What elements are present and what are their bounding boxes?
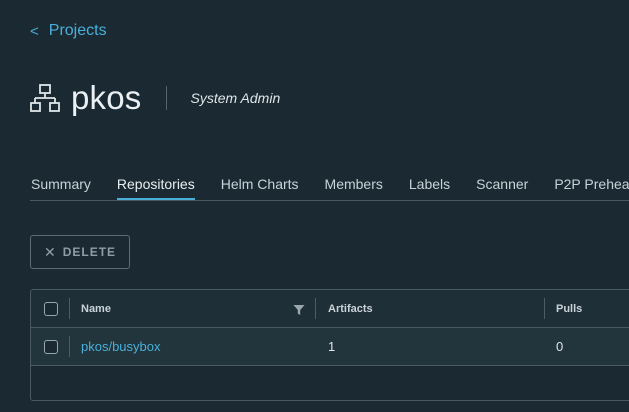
- pulls-count: 0: [556, 339, 564, 354]
- tab-helm-charts[interactable]: Helm Charts: [221, 168, 299, 200]
- tab-members[interactable]: Members: [325, 168, 383, 200]
- close-icon: ✕: [43, 243, 56, 260]
- project-header: pkos System Admin: [30, 78, 280, 118]
- repositories-table: Name Artifacts Pulls pkos/busybox 1 0: [30, 289, 629, 401]
- column-header-pulls-label: Pulls: [556, 302, 583, 315]
- back-link-label: Projects: [48, 22, 107, 39]
- tab-scanner[interactable]: Scanner: [476, 168, 528, 200]
- row-checkbox[interactable]: [44, 339, 58, 354]
- column-separator: [69, 298, 70, 319]
- column-header-artifacts[interactable]: Artifacts: [328, 290, 373, 327]
- column-header-name[interactable]: Name: [81, 290, 111, 327]
- column-separator: [69, 336, 70, 357]
- tab-p2p-preheat[interactable]: P2P Preheat: [554, 168, 629, 200]
- column-header-pulls[interactable]: Pulls: [556, 290, 582, 327]
- tab-repositories[interactable]: Repositories: [116, 168, 195, 200]
- delete-button-label: DELETE: [62, 245, 117, 259]
- filter-icon[interactable]: [293, 304, 305, 316]
- table-header: Name Artifacts Pulls: [31, 290, 629, 328]
- table-row[interactable]: pkos/busybox 1 0: [31, 328, 629, 366]
- project-name: pkos: [71, 79, 142, 116]
- tab-labels[interactable]: Labels: [409, 168, 450, 200]
- artifacts-count: 1: [328, 339, 336, 354]
- header-divider: [165, 86, 167, 110]
- back-to-projects-link[interactable]: < Projects: [30, 22, 107, 40]
- row-artifacts-cell: 1: [328, 328, 335, 365]
- select-all-cell: [31, 290, 69, 327]
- column-separator: [544, 298, 545, 319]
- row-pulls-cell: 0: [556, 328, 563, 365]
- repository-link[interactable]: pkos/busybox: [81, 339, 161, 354]
- tab-summary[interactable]: Summary: [31, 168, 91, 200]
- delete-button[interactable]: ✕ DELETE: [30, 235, 130, 269]
- project-hierarchy-icon: [30, 84, 60, 112]
- project-role: System Admin: [190, 90, 281, 106]
- chevron-left-icon: <: [30, 22, 39, 40]
- column-header-artifacts-label: Artifacts: [328, 302, 373, 315]
- row-name-cell: pkos/busybox: [81, 328, 161, 365]
- select-all-checkbox[interactable]: [44, 301, 58, 316]
- row-select-cell: [31, 328, 69, 365]
- column-header-name-label: Name: [81, 302, 111, 315]
- project-tabs: Summary Repositories Helm Charts Members…: [30, 168, 629, 201]
- column-separator: [315, 298, 316, 319]
